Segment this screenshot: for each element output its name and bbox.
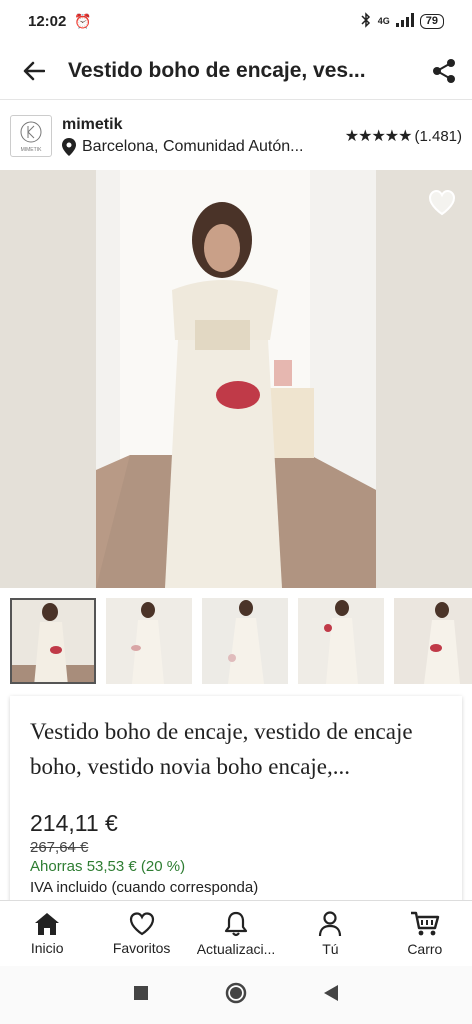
back-button[interactable] xyxy=(0,42,68,100)
share-icon xyxy=(433,58,455,83)
location-text: Barcelona, Comunidad Autón... xyxy=(82,138,304,155)
signal-icon xyxy=(395,12,414,30)
seller-info-row[interactable]: MIMETIK mimetik Barcelona, Comunidad Aut… xyxy=(0,104,472,168)
thumbnail-1[interactable] xyxy=(10,598,96,684)
app-bar: Vestido boho de encaje, ves... xyxy=(0,42,472,100)
system-navigation-bar xyxy=(0,966,472,1024)
thumbnail-2[interactable] xyxy=(106,598,192,684)
star-rating-icon: ★★★★★ xyxy=(344,128,413,145)
person-icon xyxy=(319,910,342,936)
home-circle-icon[interactable] xyxy=(225,982,247,1009)
tax-note: IVA incluido (cuando corresponda) xyxy=(30,879,259,896)
thumbnail-3[interactable] xyxy=(202,598,288,684)
shop-logo[interactable]: MIMETIK xyxy=(10,115,52,157)
product-main-image[interactable] xyxy=(0,170,472,588)
nav-label-favoritos: Favoritos xyxy=(112,939,171,956)
back-triangle-icon[interactable] xyxy=(323,984,339,1007)
nav-item-favoritos[interactable]: Favoritos xyxy=(94,901,188,966)
shop-logo-text: MIMETIK xyxy=(21,147,42,153)
status-bar: 12:02 ⏰ 4G 79 xyxy=(0,0,472,42)
battery-indicator: 79 xyxy=(419,13,444,29)
rating-count: (1.481) xyxy=(414,127,462,145)
image-thumbnails xyxy=(10,598,472,686)
nav-item-tu[interactable]: Tú xyxy=(283,901,377,966)
bell-icon xyxy=(224,911,248,936)
share-button[interactable] xyxy=(416,42,472,100)
page-title: Vestido boho de encaje, ves... xyxy=(68,58,366,82)
arrow-left-icon xyxy=(23,61,45,80)
nav-label-carro: Carro xyxy=(407,940,443,957)
original-price: 267,64 € xyxy=(30,839,89,856)
favorite-button[interactable] xyxy=(428,189,458,218)
savings-text: Ahorras 53,53 € (20 %) xyxy=(30,858,186,875)
product-title: Vestido boho de encaje, vestido de encaj… xyxy=(30,719,413,779)
heart-outline-icon xyxy=(428,189,456,216)
nav-item-actualizaciones[interactable]: Actualizaci... xyxy=(189,901,283,966)
network-type: 4G xyxy=(377,16,390,26)
nav-item-inicio[interactable]: Inicio xyxy=(0,901,94,966)
product-info-card: Vestido boho de encaje, vestido de encaj… xyxy=(10,696,462,906)
nav-label-actualizaciones: Actualizaci... xyxy=(196,940,276,957)
thumbnail-4[interactable] xyxy=(298,598,384,684)
cart-icon xyxy=(410,911,440,935)
status-time: 12:02 xyxy=(28,12,67,30)
shop-rating[interactable]: ★★★★★ (1.481) xyxy=(345,126,462,146)
bottom-navigation: Inicio Favoritos Actualizaci... Tú Carro xyxy=(0,900,472,966)
nav-label-tu: Tú xyxy=(322,940,339,957)
status-icons: 4G 79 xyxy=(360,11,444,31)
alarm-icon: ⏰ xyxy=(74,12,92,29)
nav-label-inicio: Inicio xyxy=(30,939,64,956)
location-pin-icon xyxy=(62,138,76,156)
nav-item-carro[interactable]: Carro xyxy=(378,901,472,966)
home-icon xyxy=(35,912,60,935)
heart-icon xyxy=(129,911,154,935)
thumbnail-5[interactable] xyxy=(394,598,472,684)
product-price: 214,11 € xyxy=(30,810,118,836)
bluetooth-icon xyxy=(360,11,372,31)
recents-icon[interactable] xyxy=(133,985,149,1006)
